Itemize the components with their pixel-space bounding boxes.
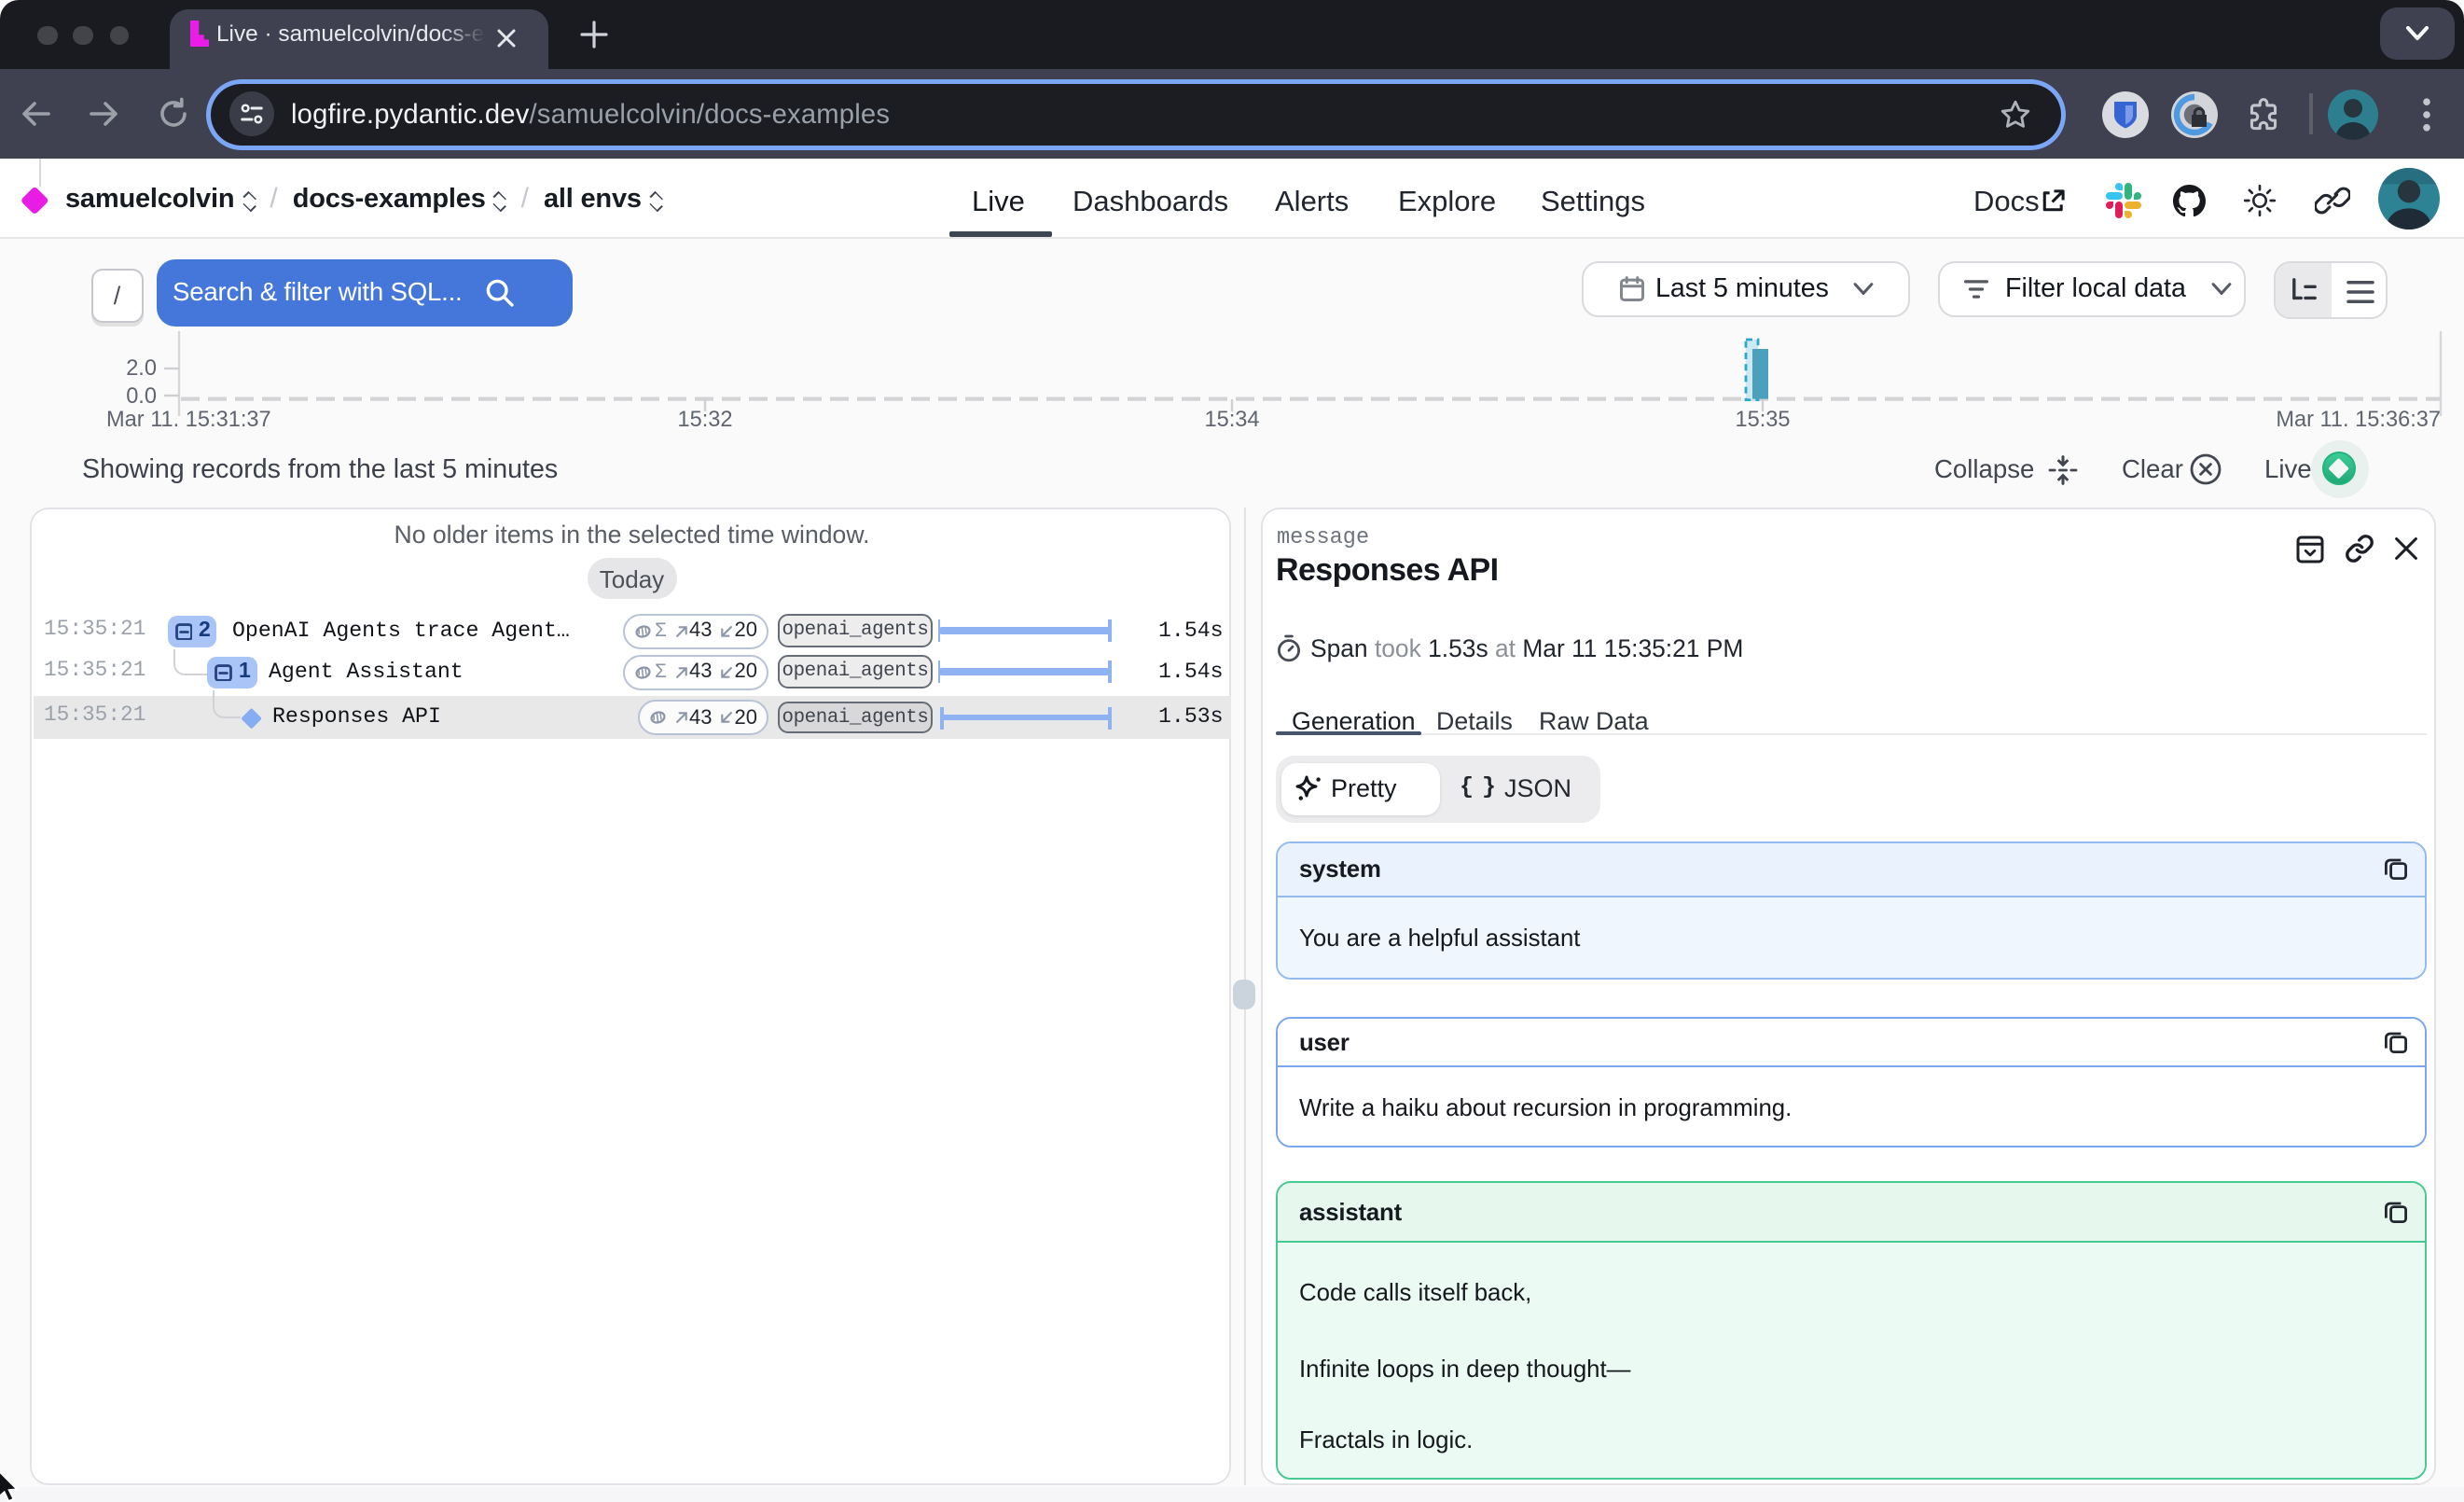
- svg-text:0.0: 0.0: [126, 384, 157, 409]
- svg-text:Mar 11. 15:31:37: Mar 11. 15:31:37: [106, 408, 271, 432]
- svg-text:15:32: 15:32: [677, 408, 732, 432]
- svg-text:15:34: 15:34: [1204, 408, 1259, 432]
- svg-text:Mar 11. 15:36:37: Mar 11. 15:36:37: [2276, 408, 2441, 432]
- svg-text:2.0: 2.0: [126, 356, 157, 381]
- svg-text:15:35: 15:35: [1735, 408, 1790, 432]
